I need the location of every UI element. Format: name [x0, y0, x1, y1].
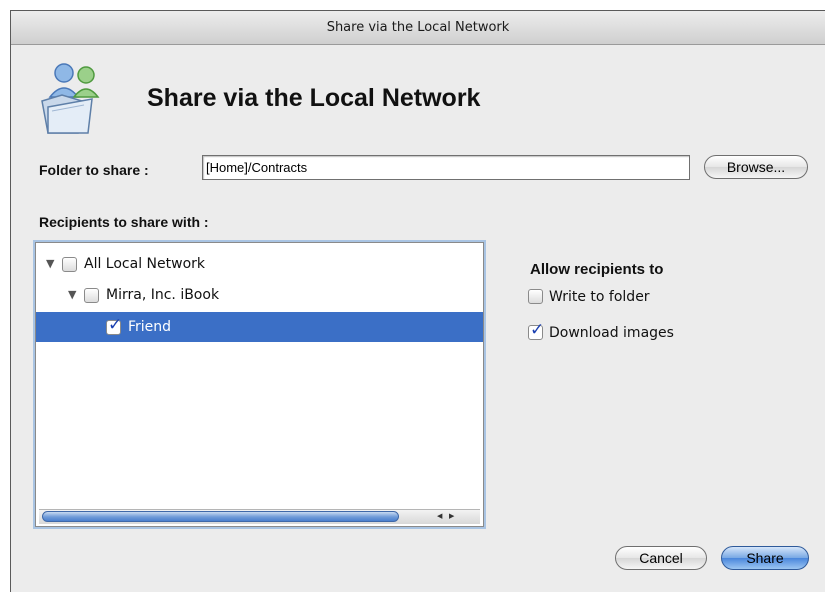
allow-recipients-label: Allow recipients to	[530, 261, 664, 278]
scrollbar-thumb[interactable]	[42, 511, 399, 522]
download-images-checkbox[interactable]: ✓	[528, 320, 545, 340]
tree-row-mirra-ibook[interactable]: ▼ Mirra, Inc. iBook	[36, 280, 483, 310]
horizontal-scrollbar[interactable]: ◀ ▶	[39, 509, 480, 524]
scroll-arrows[interactable]: ◀ ▶	[427, 511, 467, 522]
checkbox[interactable]	[84, 288, 99, 303]
checkmark-icon: ✓	[108, 315, 123, 335]
write-to-folder-checkbox[interactable]	[528, 289, 543, 304]
folder-path-field[interactable]: [Home]/Contracts	[202, 155, 690, 180]
write-to-folder-label: Write to folder	[549, 289, 650, 305]
dialog-heading: Share via the Local Network	[147, 84, 481, 112]
checkbox[interactable]	[62, 257, 77, 272]
recipients-label: Recipients to share with :	[39, 214, 209, 230]
folder-to-share-label: Folder to share :	[39, 162, 149, 178]
share-dialog: Share via the Local Network Share via th…	[10, 10, 825, 592]
download-images-label: Download images	[549, 325, 674, 341]
scroll-left-arrow-icon[interactable]: ◀	[437, 511, 442, 522]
browse-button[interactable]: Browse...	[704, 155, 808, 179]
scroll-right-arrow-icon[interactable]: ▶	[449, 511, 454, 522]
window-titlebar[interactable]: Share via the Local Network	[11, 11, 825, 45]
disclosure-triangle-icon[interactable]: ▼	[68, 280, 76, 310]
disclosure-triangle-icon[interactable]: ▼	[46, 249, 54, 279]
share-button[interactable]: Share	[721, 546, 809, 570]
checkmark-icon: ✓	[530, 320, 545, 340]
shared-folder-people-icon	[38, 61, 113, 136]
tree-item-label: Mirra, Inc. iBook	[106, 287, 220, 303]
checkbox-checked[interactable]: ✓	[106, 315, 123, 335]
tree-item-label: All Local Network	[84, 256, 205, 272]
cancel-button[interactable]: Cancel	[615, 546, 707, 570]
tree-item-label: Friend	[128, 319, 172, 335]
recipients-tree[interactable]: ▼ All Local Network ▼ Mirra, Inc. iBook …	[35, 242, 484, 527]
tree-row-friend[interactable]: ✓ Friend	[36, 312, 483, 342]
tree-row-all-local-network[interactable]: ▼ All Local Network	[36, 249, 483, 279]
